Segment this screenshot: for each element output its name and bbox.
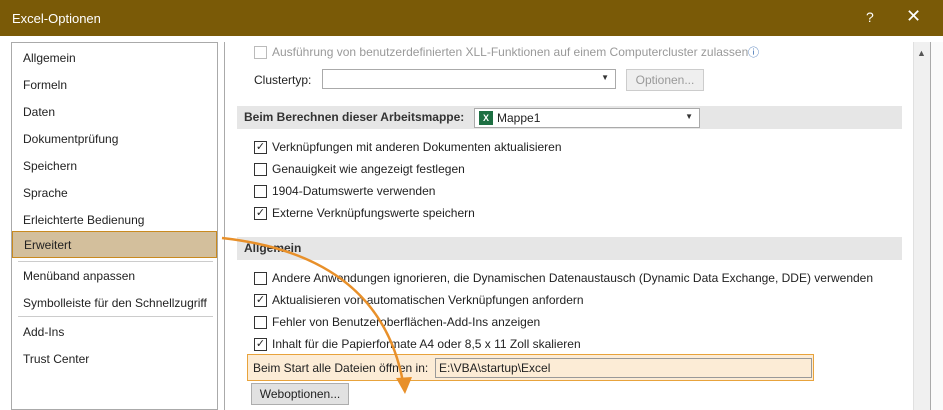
- chevron-down-icon: ▼: [601, 73, 609, 82]
- label-1904-datumswerte: 1904-Datumswerte verwenden: [272, 184, 436, 198]
- sidebar-item-schnellzugriff[interactable]: Symbolleiste für den Schnellzugriff: [12, 290, 217, 317]
- sidebar-item-add-ins[interactable]: Add-Ins: [12, 319, 217, 346]
- xll-cluster-label: Ausführung von benutzerdefinierten XLL-F…: [272, 45, 749, 59]
- help-icon[interactable]: ?: [866, 9, 874, 25]
- label-automatische-verknuepfungen: Aktualisieren von automatischen Verknüpf…: [272, 293, 584, 307]
- workbook-select[interactable]: X Mappe1 ▼: [474, 108, 700, 128]
- sidebar-divider: [18, 261, 213, 262]
- optionen-button[interactable]: Optionen...: [626, 69, 704, 91]
- sidebar-item-daten[interactable]: Daten: [12, 99, 217, 126]
- checkbox-papierformate[interactable]: ✓: [254, 338, 267, 351]
- checkbox-addin-fehler[interactable]: [254, 316, 267, 329]
- startup-folder-input[interactable]: E:\VBA\startup\Excel: [435, 358, 812, 378]
- vertical-scrollbar[interactable]: ▲: [913, 42, 930, 410]
- sidebar-item-allgemein[interactable]: Allgemein: [12, 45, 217, 72]
- section-header-allgemein: Allgemein: [237, 237, 902, 260]
- sidebar: Allgemein Formeln Daten Dokumentprüfung …: [11, 42, 218, 410]
- label-genauigkeit: Genauigkeit wie angezeigt festlegen: [272, 162, 465, 176]
- close-icon[interactable]: ✕: [906, 6, 921, 27]
- background-window-edge: [930, 42, 943, 410]
- clustertyp-label: Clustertyp:: [254, 73, 312, 87]
- chevron-down-icon: ▼: [685, 112, 693, 121]
- scroll-up-icon[interactable]: ▲: [917, 48, 926, 58]
- sidebar-item-dokumentpruefung[interactable]: Dokumentprüfung: [12, 126, 217, 153]
- window-title: Excel-Optionen: [12, 11, 101, 26]
- clustertyp-select[interactable]: ▼: [322, 69, 616, 89]
- label-dde-ignorieren: Andere Anwendungen ignorieren, die Dynam…: [272, 271, 874, 285]
- weboptionen-button[interactable]: Weboptionen...: [251, 383, 349, 405]
- checkbox-automatische-verknuepfungen[interactable]: ✓: [254, 294, 267, 307]
- xll-cluster-checkbox[interactable]: [254, 46, 267, 59]
- info-icon[interactable]: ⓘ: [748, 44, 759, 60]
- checkbox-verknuepfungen-aktualisieren[interactable]: ✓: [254, 141, 267, 154]
- startup-folder-label: Beim Start alle Dateien öffnen in:: [253, 361, 429, 375]
- sidebar-item-sprache[interactable]: Sprache: [12, 180, 217, 207]
- checkbox-1904-datumswerte[interactable]: [254, 185, 267, 198]
- sidebar-item-trust-center[interactable]: Trust Center: [12, 346, 217, 373]
- excel-icon: X: [479, 111, 493, 125]
- label-externe-verknuepfungswerte: Externe Verknüpfungswerte speichern: [272, 206, 475, 220]
- checkbox-dde-ignorieren[interactable]: [254, 272, 267, 285]
- sidebar-item-formeln[interactable]: Formeln: [12, 72, 217, 99]
- checkbox-externe-verknuepfungswerte[interactable]: ✓: [254, 207, 267, 220]
- title-bar: Excel-Optionen ? ✕: [0, 0, 943, 36]
- sidebar-item-erleichterte-bedienung[interactable]: Erleichterte Bedienung: [12, 207, 217, 234]
- sidebar-divider: [18, 316, 213, 317]
- label-addin-fehler: Fehler von Benutzeroberflächen-Add-Ins a…: [272, 315, 541, 329]
- label-verknuepfungen-aktualisieren: Verknüpfungen mit anderen Dokumenten akt…: [272, 140, 562, 154]
- label-papierformate: Inhalt für die Papierformate A4 oder 8,5…: [272, 337, 581, 351]
- sidebar-item-menueband-anpassen[interactable]: Menüband anpassen: [12, 263, 217, 290]
- sidebar-item-speichern[interactable]: Speichern: [12, 153, 217, 180]
- checkbox-genauigkeit[interactable]: [254, 163, 267, 176]
- sidebar-item-erweitert[interactable]: Erweitert: [12, 231, 217, 258]
